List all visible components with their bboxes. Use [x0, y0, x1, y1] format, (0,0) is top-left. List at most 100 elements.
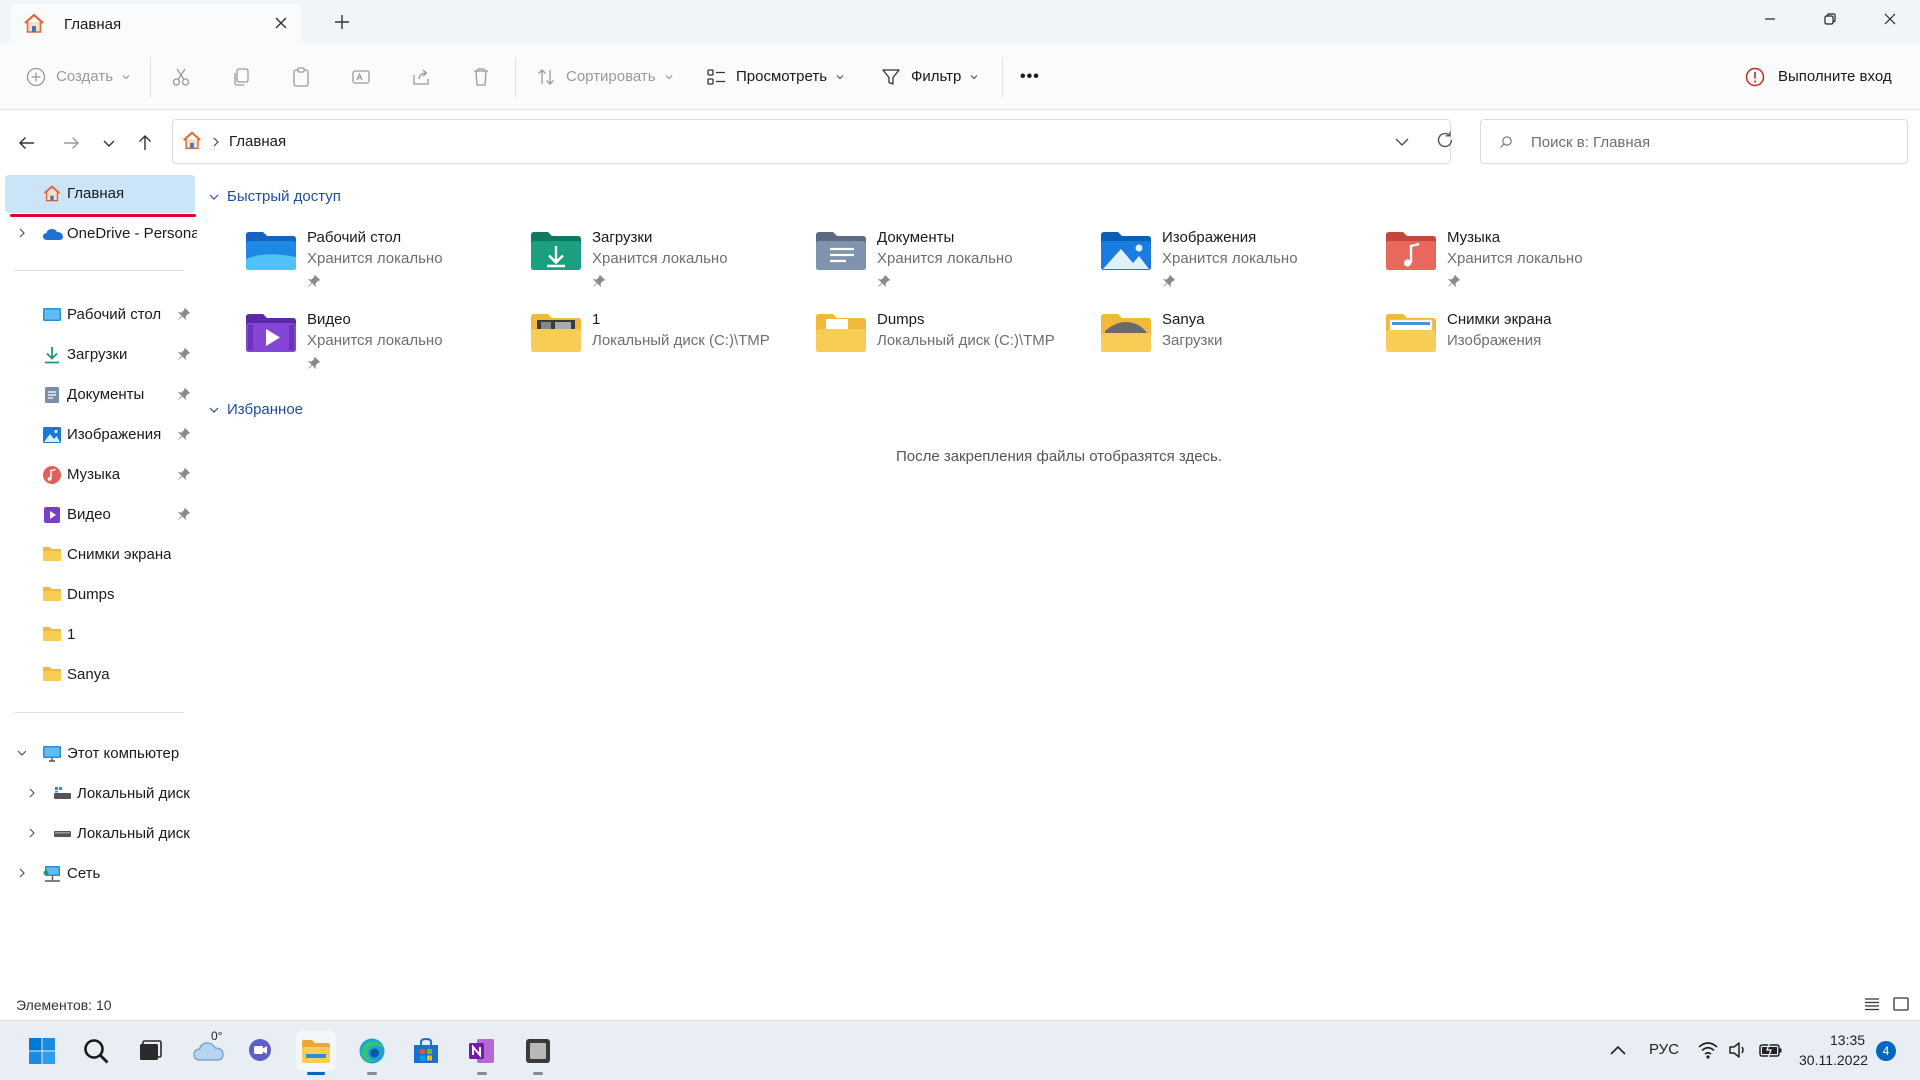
quick-access-item[interactable]: Загрузки Хранится локально — [529, 221, 809, 291]
quick-access-item[interactable]: Музыка Хранится локально — [1384, 221, 1664, 291]
sidebar-item-desktop[interactable]: Рабочий стол — [0, 296, 198, 334]
favorites-header[interactable]: Избранное — [208, 401, 303, 418]
pin-icon[interactable] — [177, 387, 191, 401]
sidebar-item-videos[interactable]: Видео — [0, 496, 198, 534]
volume-icon[interactable] — [1727, 1040, 1749, 1060]
sidebar-divider — [14, 270, 184, 271]
cut-button[interactable] — [170, 43, 192, 110]
sidebar-item-this-pc[interactable]: Этот компьютер — [0, 735, 198, 773]
battery-charging-icon[interactable] — [1758, 1040, 1784, 1060]
quick-access-item[interactable]: Документы Хранится локально — [814, 221, 1094, 291]
sort-button[interactable]: Сортировать — [535, 43, 674, 110]
sidebar-item-sanya[interactable]: Sanya — [0, 656, 198, 694]
sidebar-item-onedrive[interactable]: OneDrive - Persona — [0, 215, 198, 253]
chat-button[interactable] — [240, 1031, 280, 1071]
sidebar-item-network[interactable]: Сеть — [0, 855, 198, 893]
sidebar-item-documents[interactable]: Документы — [0, 376, 198, 414]
pin-icon[interactable] — [177, 427, 191, 441]
share-button[interactable] — [410, 43, 432, 110]
breadcrumb-home[interactable]: Главная — [229, 133, 286, 150]
chevron-right-icon[interactable] — [26, 827, 38, 839]
create-button[interactable]: Создать — [25, 43, 131, 110]
tiles-view-icon[interactable] — [1892, 996, 1910, 1012]
item-name: 1 — [592, 311, 601, 328]
wifi-icon[interactable] — [1697, 1040, 1719, 1060]
sidebar-item-screenshots[interactable]: Снимки экрана — [0, 536, 198, 574]
sidebar-item-label: Видео — [67, 506, 111, 523]
notification-badge[interactable]: 4 — [1876, 1041, 1896, 1061]
share-icon — [410, 66, 432, 88]
details-view-icon[interactable] — [1863, 996, 1881, 1012]
sidebar-item-home[interactable]: Главная — [5, 175, 195, 213]
chevron-right-icon[interactable] — [16, 227, 28, 239]
address-history-dropdown-icon[interactable] — [1394, 135, 1410, 149]
address-bar[interactable]: Главная — [172, 119, 1451, 164]
more-options-button[interactable]: ••• — [1020, 43, 1040, 110]
sidebar-item-downloads[interactable]: Загрузки — [0, 336, 198, 374]
restore-button[interactable] — [1800, 0, 1860, 38]
app-taskbar-button[interactable] — [518, 1031, 558, 1071]
item-location: Хранится локально — [307, 250, 443, 267]
forward-button[interactable] — [56, 128, 86, 158]
search-input[interactable]: Поиск в: Главная — [1480, 119, 1908, 164]
rename-button[interactable] — [350, 43, 372, 110]
delete-button[interactable] — [470, 43, 492, 110]
search-taskbar-button[interactable] — [76, 1031, 116, 1071]
chevron-right-icon[interactable] — [16, 867, 28, 879]
task-view-button[interactable] — [129, 1031, 169, 1071]
store-taskbar-button[interactable] — [406, 1031, 446, 1071]
pin-icon — [1447, 274, 1461, 288]
onenote-taskbar-button[interactable] — [462, 1031, 502, 1071]
sign-in-button[interactable]: Выполните вход — [1744, 43, 1892, 110]
start-button[interactable] — [22, 1031, 62, 1071]
quick-access-item[interactable]: Sanya Загрузки — [1099, 303, 1379, 373]
sidebar-item-dumps[interactable]: Dumps — [0, 576, 198, 614]
sidebar-item-1[interactable]: 1 — [0, 616, 198, 654]
quick-access-item[interactable]: Изображения Хранится локально — [1099, 221, 1379, 291]
sidebar-item-local-disk-1[interactable]: Локальный диск — [0, 775, 198, 813]
pin-icon[interactable] — [177, 347, 191, 361]
tab-home[interactable]: Главная — [10, 4, 302, 44]
view-button[interactable]: Просмотреть — [705, 43, 845, 110]
sidebar-item-pictures[interactable]: Изображения — [0, 416, 198, 454]
pin-icon — [307, 356, 321, 370]
sidebar-item-label: Изображения — [67, 426, 162, 443]
recent-locations-button[interactable] — [94, 128, 124, 158]
pin-icon[interactable] — [177, 467, 191, 481]
app-window-icon — [523, 1036, 553, 1066]
quick-access-item[interactable]: Рабочий стол Хранится локально — [244, 221, 524, 291]
edge-taskbar-button[interactable] — [352, 1031, 392, 1071]
sidebar-item-music[interactable]: Музыка — [0, 456, 198, 494]
sidebar-item-local-disk-2[interactable]: Локальный диск — [0, 815, 198, 853]
arrow-left-icon — [17, 133, 37, 153]
close-tab-icon[interactable] — [274, 16, 288, 30]
chevron-right-icon[interactable] — [26, 787, 38, 799]
sort-label: Сортировать — [566, 68, 656, 85]
sidebar-item-label: Сеть — [67, 865, 101, 882]
file-explorer-taskbar-button[interactable] — [296, 1031, 336, 1071]
pin-icon[interactable] — [177, 307, 191, 321]
filter-button[interactable]: Фильтр — [880, 43, 979, 110]
command-bar: Создать Сортировать Просмотреть Фильтр •… — [0, 43, 1920, 110]
quick-access-item[interactable]: Снимки экрана Изображения — [1384, 303, 1664, 373]
refresh-icon[interactable] — [1434, 129, 1456, 151]
clock-date[interactable]: 30.11.2022 — [1799, 1052, 1868, 1068]
chevron-up-icon[interactable] — [1608, 1041, 1628, 1061]
chevron-down-icon[interactable] — [16, 747, 28, 759]
quick-access-item[interactable]: Dumps Локальный диск (C:)\TMP — [814, 303, 1094, 373]
back-button[interactable] — [12, 128, 42, 158]
weather-widget[interactable]: 0° — [186, 1029, 232, 1071]
minimize-button[interactable] — [1740, 0, 1800, 38]
up-button[interactable] — [130, 128, 160, 158]
sort-icon — [535, 66, 557, 88]
copy-button[interactable] — [230, 43, 252, 110]
quick-access-item[interactable]: Видео Хранится локально — [244, 303, 524, 373]
close-window-button[interactable] — [1860, 0, 1920, 38]
paste-button[interactable] — [290, 43, 312, 110]
quick-access-header[interactable]: Быстрый доступ — [208, 188, 341, 205]
new-tab-icon[interactable] — [332, 12, 352, 32]
clock-time[interactable]: 13:35 — [1830, 1032, 1865, 1048]
language-indicator[interactable]: РУС — [1649, 1041, 1679, 1058]
quick-access-item[interactable]: 1 Локальный диск (C:)\TMP — [529, 303, 809, 373]
pin-icon[interactable] — [177, 507, 191, 521]
